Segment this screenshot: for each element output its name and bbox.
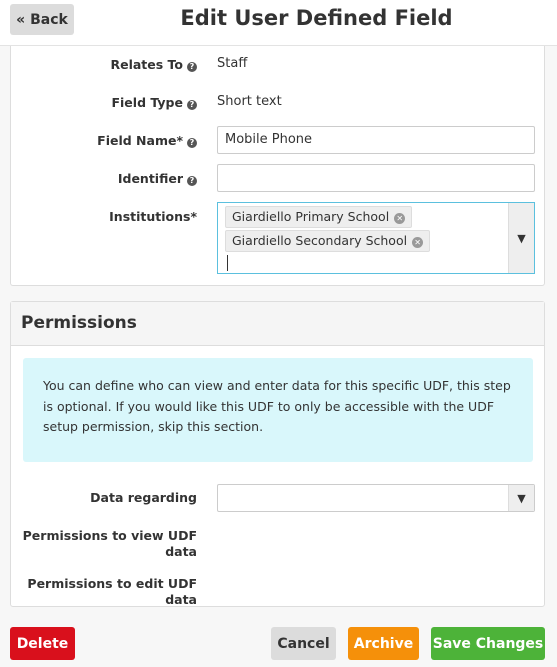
help-icon[interactable]: ? <box>187 176 197 186</box>
institutions-label: Institutions* <box>109 209 197 224</box>
permissions-info-box: You can define who can view and enter da… <box>23 358 533 462</box>
field-details-panel: Relates To? Staff Field Type? Short text… <box>10 46 545 286</box>
dropdown-arrow-icon[interactable]: ▼ <box>508 203 534 273</box>
save-changes-button[interactable]: Save Changes <box>431 627 545 660</box>
field-name-input[interactable]: Mobile Phone <box>217 126 535 154</box>
institution-chip: Giardiello Secondary School ✕ <box>225 230 431 252</box>
page-title: Edit User Defined Field <box>180 6 453 30</box>
field-type-label: Field Type? <box>11 95 197 110</box>
permissions-title: Permissions <box>11 302 544 346</box>
delete-button[interactable]: Delete <box>10 627 75 660</box>
dropdown-arrow-icon[interactable]: ▼ <box>508 485 534 511</box>
view-permissions-label: Permissions to view UDF data <box>22 528 197 559</box>
relates-to-label: Relates To? <box>11 57 197 72</box>
remove-icon[interactable]: ✕ <box>412 237 424 248</box>
data-regarding-select[interactable]: ▼ <box>217 484 535 512</box>
field-name-label: Field Name*? <box>11 133 197 148</box>
text-cursor <box>227 255 228 271</box>
help-icon[interactable]: ? <box>187 100 197 110</box>
archive-button[interactable]: Archive <box>348 627 419 660</box>
header-bar: « Back Edit User Defined Field <box>0 0 557 46</box>
institution-chip: Giardiello Primary School ✕ <box>225 206 413 228</box>
help-icon[interactable]: ? <box>187 138 197 148</box>
edit-permissions-label: Permissions to edit UDF data <box>27 576 197 607</box>
institutions-multiselect[interactable]: Giardiello Primary School ✕ Giardiello Se… <box>217 202 535 274</box>
relates-to-value: Staff <box>217 56 248 71</box>
identifier-input[interactable] <box>217 164 535 192</box>
help-icon[interactable]: ? <box>187 62 197 72</box>
cancel-button[interactable]: Cancel <box>271 627 336 660</box>
data-regarding-label: Data regarding <box>90 490 197 505</box>
field-type-value: Short text <box>217 94 282 109</box>
identifier-label: Identifier? <box>11 171 197 186</box>
remove-icon[interactable]: ✕ <box>394 213 406 224</box>
permissions-panel: Permissions You can define who can view … <box>10 301 545 607</box>
